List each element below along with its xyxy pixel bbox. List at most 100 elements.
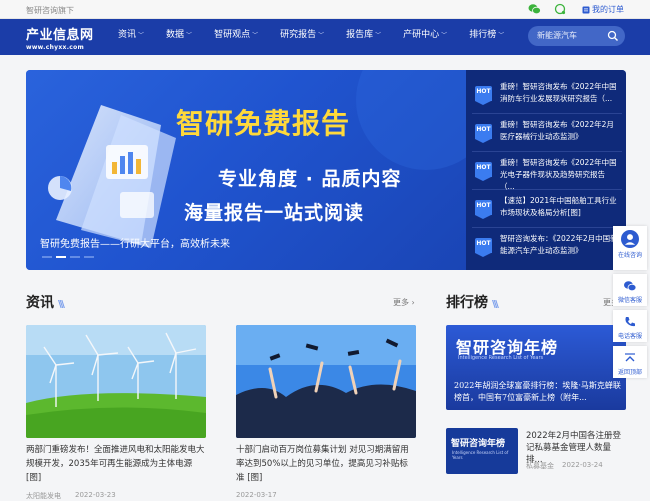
news-card-meta: 2022-03-17 [236,491,416,499]
hot-list-item[interactable]: HOT 智研咨询发布：《2022年2月中国新能源汽车产业动态监测》 [472,228,622,266]
nav-item-viewpoints[interactable]: 智研观点 ﹀ [214,19,258,55]
wechat-service-label: 微信客服 [617,297,642,304]
brand-tagline: 智研咨询旗下 [26,6,74,15]
carousel-dot[interactable] [84,256,94,258]
ranking-list-item[interactable]: 智研咨询年榜 Intelligence Research List of Yea… [446,428,626,478]
thumb-title: 智研咨询年榜 [451,439,506,449]
hot-list-item[interactable]: HOT 【速览】2021年中国船舶工具行业市场现状及格局分析[图] [472,190,622,228]
back-to-top-button[interactable]: 返回顶部 [613,346,647,378]
news-card-title[interactable]: 十部门启动百万岗位募集计划 对见习期满留用率达到50%以上的见习单位，提高见习补… [236,443,416,485]
nav-item-label: 产研中心 [403,30,440,40]
arrow-up-icon [625,353,635,362]
nav-item-label: 数据 [166,30,185,40]
online-consult-button[interactable]: 在线咨询 [613,226,647,270]
ranking-title-text: 排行榜 [446,295,488,311]
hero-banner[interactable]: 智研免费报告 专业角度 · 品质内容 海量报告一站式阅读 智研免费报告——行研大… [26,70,626,270]
search-input[interactable]: 新能源汽车 [528,26,625,46]
chevron-down-icon: ﹀ [318,32,325,39]
nav-item-report-library[interactable]: 报告库 ﹀ [346,19,381,55]
ranking-item-meta: 私募基金 2022-03-24 [526,461,603,471]
hot-badge: HOT [475,124,492,143]
news-section-title: 资讯 \\\ [26,292,65,312]
nav-item-rankings[interactable]: 排行榜 ﹀ [469,19,504,55]
nav-item-news[interactable]: 资讯 ﹀ [118,19,144,55]
title-decoration: \\\ [492,299,499,310]
banner-headline: 智研免费报告 [176,107,351,140]
carousel-dots [42,256,94,258]
hot-badge: HOT [475,238,492,257]
banner-line-2: 海量报告一站式阅读 [184,202,365,224]
hot-badge: HOT [475,162,492,181]
main-nav: 产业信息网 www.chyxx.com 资讯 ﹀ 数据 ﹀ 智研观点 ﹀ 研究报告 ﹀ … [0,19,650,55]
graduates-image[interactable] [236,325,416,438]
ranking-thumbnail[interactable]: 智研咨询年榜 Intelligence Research List of Yea… [446,428,518,474]
thumb-subtitle: Intelligence Research List of Years [452,450,509,460]
hot-item-title: 智研咨询发布：《2022年2月中国新能源汽车产业动态监测》 [500,234,618,255]
nav-item-label: 资讯 [118,30,137,40]
ranking-banner-text[interactable]: 2022年胡润全球富豪排行榜：埃隆·马斯克蝉联榜首，中国有7位富豪新上榜（附年.… [454,380,624,404]
logo-url: www.chyxx.com [26,44,85,51]
carousel-dot[interactable] [70,256,80,258]
chevron-down-icon: ﹀ [441,32,448,39]
nav-item-label: 研究报告 [280,30,317,40]
wind-turbine-image[interactable] [26,325,206,438]
hot-list: HOT 重磅！智研咨询发布《2022年中国消防车行业发展现状研究报告（... HO… [472,76,622,266]
chevron-down-icon: ﹀ [186,32,193,39]
news-card[interactable]: 十部门启动百万岗位募集计划 对见习期满留用率达到50%以上的见习单位，提高见习补… [236,325,416,499]
chevron-down-icon: ﹀ [138,32,145,39]
top-bar: 智研咨询旗下 我的订单 [0,0,650,19]
nav-item-label: 报告库 [346,30,374,40]
chevron-down-icon: ﹀ [252,32,259,39]
my-orders-link[interactable]: 我的订单 [582,4,624,15]
hot-list-item[interactable]: HOT 重磅！智研咨询发布《2022年2月医疗器械行业动态监测》 [472,114,622,152]
back-to-top-label: 返回顶部 [617,369,642,376]
news-card-date: 2022-03-17 [236,491,277,499]
carousel-dot[interactable] [42,256,52,258]
hot-item-title: 重磅！智研咨询发布《2022年2月医疗器械行业动态监测》 [500,120,614,141]
banner-line-1: 专业角度 · 品质内容 [218,168,402,190]
news-title-text: 资讯 [26,295,54,311]
nav-item-reports[interactable]: 研究报告 ﹀ [280,19,324,55]
news-card[interactable]: 两部门重磅发布！全面推进风电和太阳能发电大规模开发，2035年可再生能源成为主体… [26,325,206,501]
hot-list-item[interactable]: HOT 重磅！智研咨询发布《2022年中国消防车行业发展现状研究报告（... [472,76,622,114]
hot-item-title: 【速览】2021年中国船舶工具行业市场现状及格局分析[图] [500,196,617,217]
ranking-feature-card[interactable]: 智研咨询年榜 Intelligence Research List of Yea… [446,325,626,410]
search-placeholder: 新能源汽车 [537,31,577,40]
my-orders-label: 我的订单 [592,5,624,14]
user-icon [621,230,639,248]
ranking-banner-subtitle: Intelligence Research List of Years [458,355,544,361]
hot-list-item[interactable]: HOT 重磅！智研咨询发布《2022年中国光电子器件现状及趋势研究报告（... [472,152,622,191]
phone-service-button[interactable]: 电话客服 [613,310,647,342]
phone-service-label: 电话客服 [617,333,642,340]
hot-item-title: 重磅！智研咨询发布《2022年中国光电子器件现状及趋势研究报告（... [500,158,617,191]
ranking-section-title: 排行榜 \\\ [446,292,499,312]
phone-icon [625,317,635,327]
nav-item-label: 排行榜 [469,30,497,40]
nav-item-data[interactable]: 数据 ﹀ [166,19,192,55]
hot-badge: HOT [475,200,492,219]
ranking-item-source[interactable]: 私募基金 [526,461,554,471]
banner-artwork: 智研免费报告 专业角度 · 品质内容 海量报告一站式阅读 智研免费报告——行研大… [26,70,496,270]
chevron-down-icon: ﹀ [498,32,505,39]
more-label: 更多 [393,298,409,307]
chevron-right-icon: › [411,298,415,307]
news-card-title[interactable]: 两部门重磅发布！全面推进风电和太阳能发电大规模开发，2035年可再生能源成为主体… [26,443,206,485]
app-download-icon[interactable] [554,3,566,15]
wechat-service-button[interactable]: 微信客服 [613,274,647,306]
search-icon[interactable] [607,30,619,42]
site-logo[interactable]: 产业信息网 www.chyxx.com [26,24,94,51]
news-more-link[interactable]: 更多 › [393,297,415,308]
logo-text: 产业信息网 [26,28,94,43]
ranking-item-date: 2022-03-24 [562,461,603,469]
nav-item-research-center[interactable]: 产研中心 ﹀ [403,19,447,55]
hot-item-title: 重磅！智研咨询发布《2022年中国消防车行业发展现状研究报告（... [500,82,617,103]
chevron-down-icon: ﹀ [375,32,382,39]
hot-badge: HOT [475,86,492,105]
order-icon [582,6,590,13]
nav-item-label: 智研观点 [214,30,251,40]
wechat-icon[interactable] [528,3,541,15]
carousel-dot-active[interactable] [56,256,66,258]
nav-menu: 资讯 ﹀ 数据 ﹀ 智研观点 ﹀ 研究报告 ﹀ 报告库 ﹀ 产研中心 ﹀ 排行榜 ﹀ [118,19,526,55]
title-decoration: \\\ [58,299,65,310]
online-consult-label: 在线咨询 [617,252,642,259]
